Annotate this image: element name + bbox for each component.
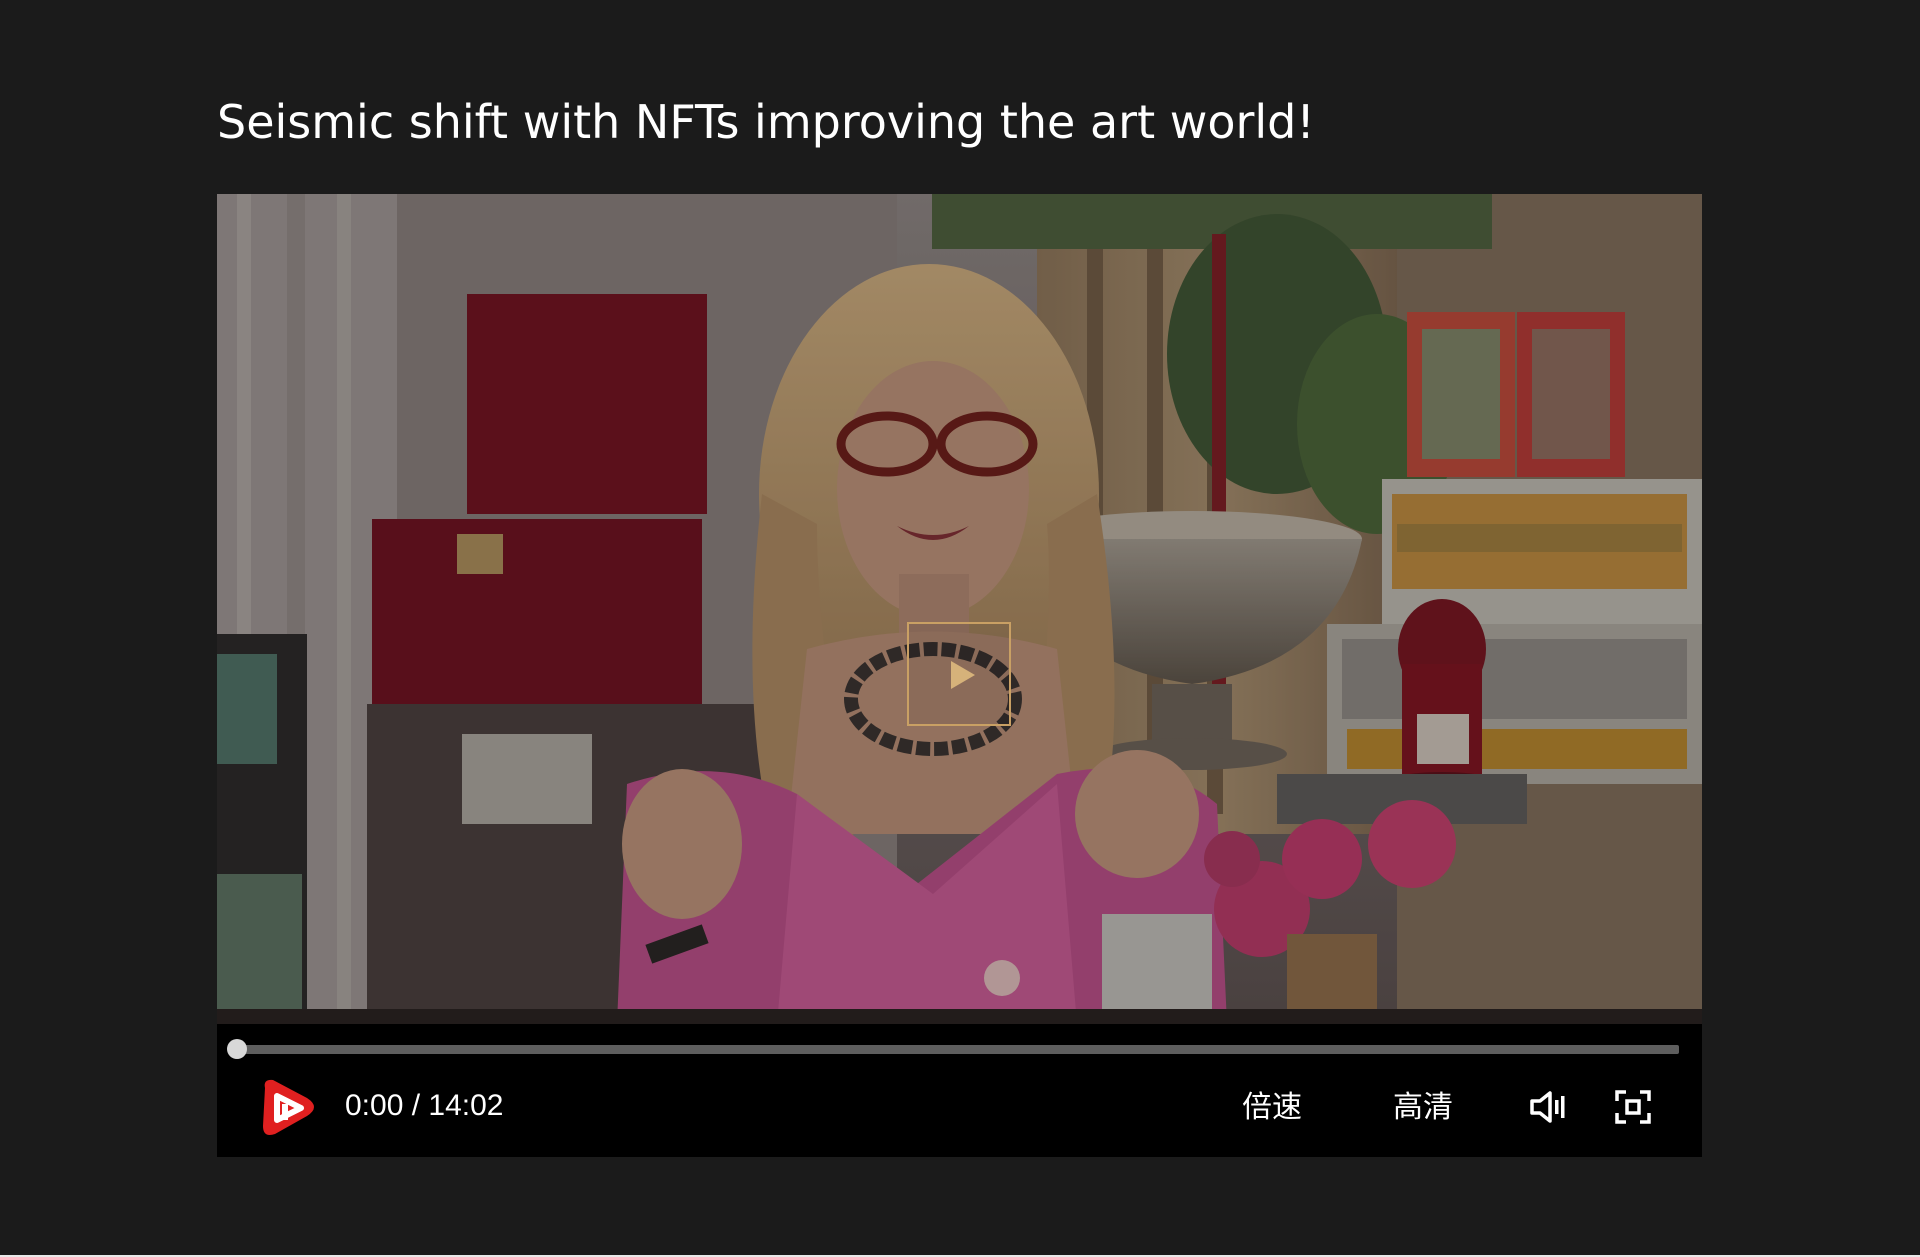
control-bar: 0:00 / 14:02 倍速 高清 — [217, 1024, 1702, 1157]
big-play-button[interactable] — [907, 622, 1011, 726]
quality-button[interactable]: 高清 — [1393, 1090, 1453, 1126]
time-display: 0:00 / 14:02 — [345, 1089, 504, 1122]
progress-bar[interactable] — [227, 1039, 1679, 1059]
play-logo-icon — [263, 1079, 314, 1135]
video-player: 0:00 / 14:02 倍速 高清 — [217, 194, 1702, 1157]
video-title: Seismic shift with NFTs improving the ar… — [217, 95, 1315, 149]
volume-icon — [1530, 1091, 1565, 1123]
fullscreen-button[interactable] — [1615, 1090, 1651, 1124]
playback-speed-button[interactable]: 倍速 — [1242, 1090, 1302, 1126]
video-thumbnail — [217, 194, 1702, 1024]
volume-button[interactable] — [1529, 1090, 1567, 1124]
video-frame[interactable] — [217, 194, 1702, 1024]
fullscreen-icon — [1615, 1090, 1651, 1124]
play-icon — [951, 661, 975, 689]
play-button[interactable] — [255, 1074, 321, 1140]
progress-thumb[interactable] — [227, 1039, 247, 1059]
page: Seismic shift with NFTs improving the ar… — [0, 0, 1920, 1257]
